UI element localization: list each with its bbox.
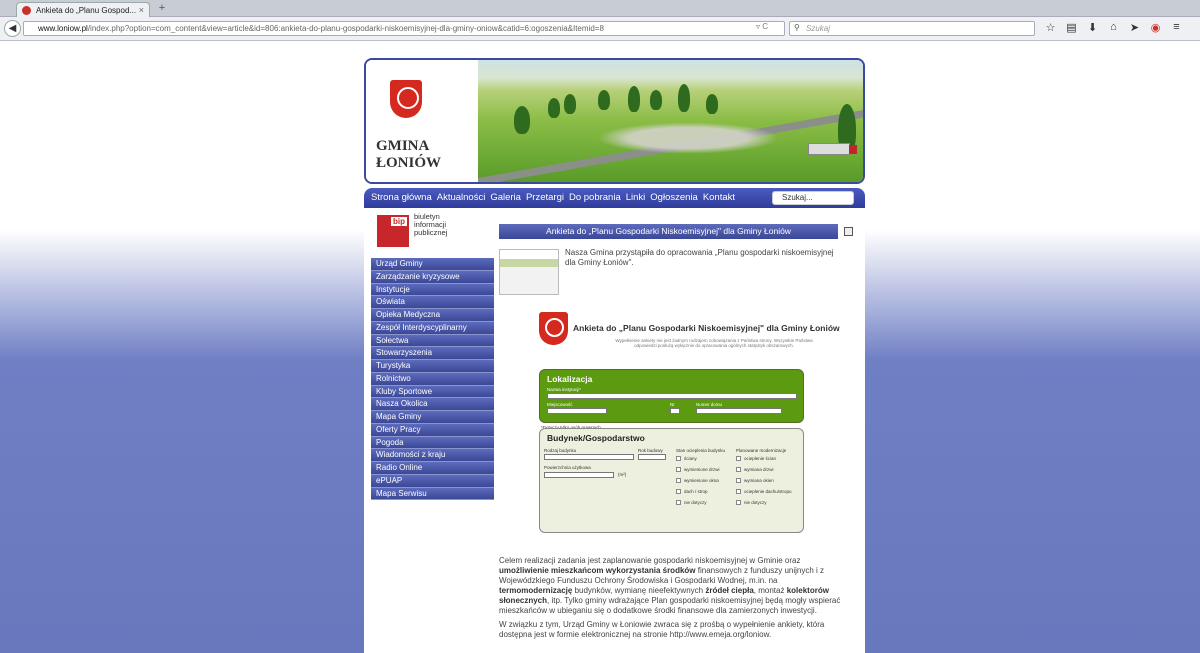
content-area: bip biuletyn informacji publicznej Urząd…	[364, 208, 865, 653]
article-intro: Nasza Gmina przystąpiła do opracowania „…	[565, 248, 834, 267]
article-thumbnail[interactable]	[499, 249, 559, 295]
institution-field	[547, 393, 797, 399]
menu-item-announcements[interactable]: Ogłoszenia	[650, 192, 698, 203]
clipboard-icon[interactable]: ▤	[1065, 21, 1078, 34]
form-subtitle: Wypełnienie ankiety nie jest żadnym rodz…	[615, 338, 813, 348]
send-icon[interactable]: ➤	[1128, 21, 1141, 34]
banner-photo	[478, 60, 863, 182]
menu-item-tenders[interactable]: Przetargi	[526, 192, 564, 203]
usable-area-field	[544, 472, 614, 478]
building-heading: Budynek/Gospodarstwo	[547, 433, 645, 443]
bip-logo[interactable]: bip biuletyn informacji publicznej	[377, 213, 457, 249]
sidebar-item-turystyka[interactable]: Turystyka	[371, 360, 494, 373]
sidebar-menu: Urząd Gminy Zarządzanie kryzysowe Instyt…	[371, 258, 494, 501]
sidebar-item-kluby-sportowe[interactable]: Kluby Sportowe	[371, 385, 494, 399]
town-select	[547, 408, 607, 414]
sidebar-item-opieka-medyczna[interactable]: Opieka Medyczna	[371, 309, 494, 322]
menu-item-home[interactable]: Strona główna	[371, 192, 432, 203]
tab-bar: Ankieta do „Planu Gospod... × +	[0, 0, 1200, 17]
tab-close-icon[interactable]: ×	[139, 5, 144, 15]
sidebar-item-stowarzyszenia[interactable]: Stowarzyszenia	[371, 347, 494, 360]
star-icon[interactable]: ☆	[1044, 21, 1057, 34]
pocket-icon[interactable]: ◉	[1149, 21, 1162, 34]
nr-select	[670, 408, 680, 414]
building-section: Budynek/Gospodarstwo Rodzaj budynku Rok …	[539, 428, 804, 533]
sidebar-item-wiadomosci[interactable]: Wiadomości z kraju	[371, 449, 494, 462]
back-arrow-icon[interactable]: ◀	[4, 20, 21, 37]
build-year-field	[638, 454, 666, 460]
building-type-select	[544, 454, 634, 460]
new-tab-button[interactable]: +	[153, 2, 171, 15]
page-container: GMINA ŁONIÓW Strona główna Aktualności G…	[364, 58, 865, 653]
article-paragraph-1: Celem realizacji zadania jest zaplanowan…	[499, 556, 841, 615]
article-paragraph-2: W związku z tym, Urząd Gminy w Łoniowie …	[499, 620, 825, 639]
site-name: GMINA ŁONIÓW	[376, 138, 442, 171]
location-heading: Lokalizacja	[547, 374, 593, 384]
site-banner: GMINA ŁONIÓW	[364, 58, 865, 184]
sidebar-item-oswiata[interactable]: Oświata	[371, 296, 494, 309]
sidebar-item-instytucje[interactable]: Instytucje	[371, 283, 494, 297]
survey-form-image[interactable]: Ankieta do „Planu Gospodarki Niskoemisyj…	[534, 310, 840, 542]
form-title: Ankieta do „Planu Gospodarki Niskoemisyj…	[573, 323, 840, 333]
reload-icon[interactable]: ▿ C	[756, 22, 768, 31]
print-icon[interactable]	[844, 227, 853, 236]
sidebar-item-urzad-gminy[interactable]: Urząd Gminy	[371, 258, 494, 271]
sidebar-item-radio-online[interactable]: Radio Online	[371, 462, 494, 475]
sidebar-item-pogoda[interactable]: Pogoda	[371, 436, 494, 450]
location-section: Lokalizacja Nazwa instytucji* Miejscowoś…	[539, 369, 804, 423]
site-favicon-icon	[22, 5, 31, 15]
menu-icon[interactable]: ≡	[1170, 21, 1183, 34]
sidebar-item-zespol[interactable]: Zespół Interdyscyplinarny	[371, 321, 494, 335]
url-bar[interactable]: www.loniow.pl/index.php?option=com_conte…	[23, 21, 785, 36]
sidebar-item-mapa-gminy[interactable]: Mapa Gminy	[371, 411, 494, 424]
article-title: Ankieta do „Planu Gospodarki Niskoemisyj…	[499, 224, 838, 239]
coat-of-arms-icon	[539, 312, 568, 345]
browser-search-input[interactable]: Szukaj	[789, 21, 1035, 36]
house-number-field	[696, 408, 782, 414]
menu-item-gallery[interactable]: Galeria	[490, 192, 521, 203]
toolbar-icons: ☆ ▤ ⬇ ⌂ ➤ ◉ ≡	[1044, 21, 1183, 34]
menu-item-contact[interactable]: Kontakt	[703, 192, 735, 203]
menu-item-downloads[interactable]: Do pobrania	[569, 192, 621, 203]
tab-title: Ankieta do „Planu Gospod...	[36, 5, 137, 15]
search-icon: ⚲	[794, 23, 800, 32]
sidebar-item-zarzadzanie-kryzysowe[interactable]: Zarządzanie kryzysowe	[371, 270, 494, 284]
sidebar-item-nasza-okolica[interactable]: Nasza Okolica	[371, 398, 494, 411]
download-icon[interactable]: ⬇	[1086, 21, 1099, 34]
sidebar-item-rolnictwo[interactable]: Rolnictwo	[371, 372, 494, 386]
coat-of-arms-icon	[390, 80, 422, 118]
url-path: /index.php?option=com_content&view=artic…	[87, 24, 604, 33]
site-search-input[interactable]: Szukaj...	[772, 191, 854, 205]
main-menu: Strona główna Aktualności Galeria Przeta…	[364, 188, 865, 208]
truck-image	[808, 143, 857, 155]
sidebar-item-epuap[interactable]: ePUAP	[371, 474, 494, 488]
menu-item-links[interactable]: Linki	[626, 192, 646, 203]
sidebar-item-solectwa[interactable]: Sołectwa	[371, 334, 494, 348]
sidebar-item-mapa-serwisu[interactable]: Mapa Serwisu	[371, 487, 494, 501]
url-host: www.loniow.pl	[38, 24, 88, 33]
browser-tab[interactable]: Ankieta do „Planu Gospod... ×	[16, 2, 150, 17]
nav-bar: ◀ www.loniow.pl/index.php?option=com_con…	[0, 17, 1200, 41]
banner-logo[interactable]: GMINA ŁONIÓW	[366, 60, 478, 182]
home-icon[interactable]: ⌂	[1107, 21, 1120, 34]
menu-item-news[interactable]: Aktualności	[437, 192, 486, 203]
sidebar-item-oferty-pracy[interactable]: Oferty Pracy	[371, 423, 494, 437]
